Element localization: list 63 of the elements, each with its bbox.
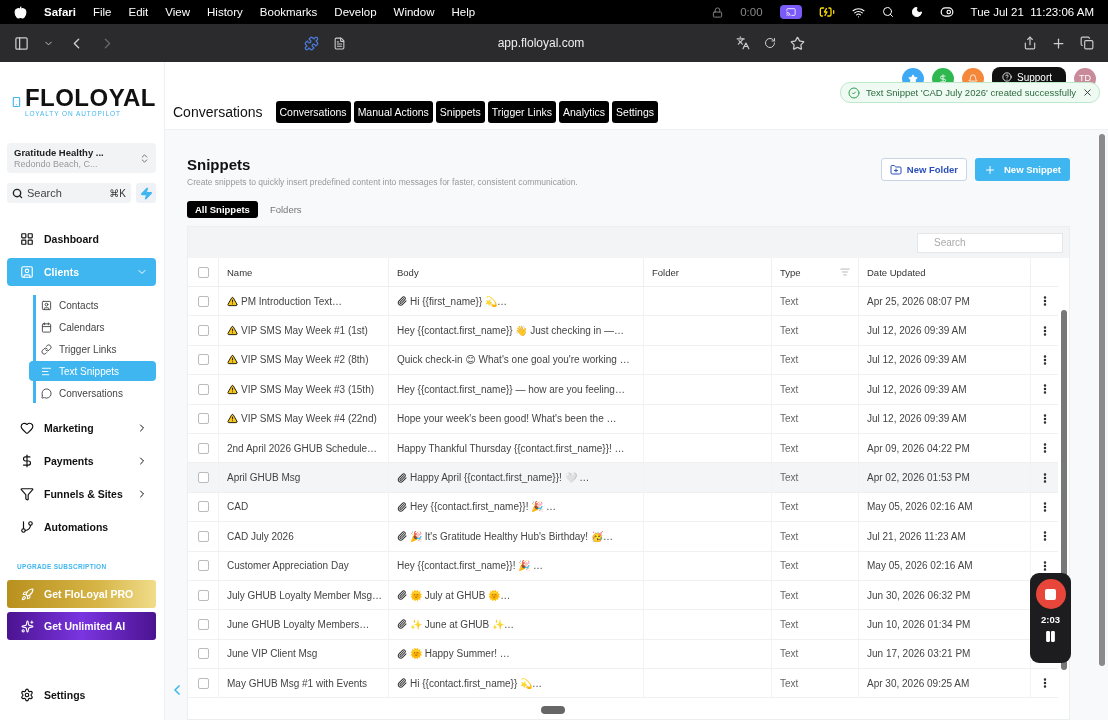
snippet-body: Hey {{contact.first_name}} 👋 Just checking in —… bbox=[397, 325, 625, 337]
snippet-body: Hi {{first_name}} 💫… bbox=[410, 295, 508, 307]
date-updated: Jun 30, 2026 06:32 PM bbox=[867, 589, 971, 601]
snippet-body: Quick check-in 😊 What's one goal you're working … bbox=[397, 354, 630, 366]
snippet-name: June GHUB Loyalty Members… bbox=[227, 619, 370, 630]
snippet-type: Text bbox=[780, 354, 799, 366]
timer: 0:00 bbox=[740, 6, 763, 18]
snippet-name: July GHUB Loyalty Member Msg… bbox=[227, 589, 383, 601]
date-updated: May 05, 2026 02:16 AM bbox=[867, 560, 973, 572]
toast-message: Text Snippet 'CAD July 2026' created successfully bbox=[865, 87, 1076, 98]
date-updated: Jul 21, 2026 11:23 AM bbox=[867, 530, 966, 542]
snippet-name: CAD July 2026 bbox=[227, 530, 294, 542]
snippet-name: May GHUB Msg #1 with Events bbox=[227, 677, 368, 689]
snippet-name: Customer Appreciation Day bbox=[227, 560, 349, 572]
snippet-type: Text bbox=[780, 383, 799, 395]
snippet-body: Hi {{contact.first_name}} 💫… bbox=[410, 677, 543, 689]
recording-time: 2:03 bbox=[1041, 614, 1060, 625]
page-subtitle: Create snippets to quickly insert predefined content into messages for faster, consistent communication. bbox=[187, 177, 579, 187]
date-updated: Apr 02, 2026 01:53 PM bbox=[867, 472, 970, 484]
date-updated: Apr 25, 2026 08:07 PM bbox=[867, 295, 970, 307]
snippet-type: Text bbox=[780, 677, 799, 689]
date-updated: Jul 12, 2026 09:39 AM bbox=[867, 413, 967, 425]
date-updated: Jun 17, 2026 03:21 PM bbox=[867, 648, 971, 660]
snippet-type: Text bbox=[780, 442, 799, 454]
snippet-body: Happy Thankful Thursday {{contact.first_name}}! … bbox=[397, 442, 625, 454]
clock: Tue Jul 21 11:23:06 AM bbox=[970, 6, 1094, 18]
snippet-type: Text bbox=[780, 648, 799, 660]
snippet-body: Hope your week's been good! What's been the … bbox=[397, 413, 617, 425]
snippet-body: Hey {{contact.first_name}} — how are you feeling… bbox=[397, 383, 625, 395]
date-updated: Apr 09, 2026 04:22 PM bbox=[867, 442, 970, 454]
date-updated: Jul 12, 2026 09:39 AM bbox=[867, 354, 967, 366]
snippet-name: VIP SMS May Week #2 (8th) bbox=[241, 354, 369, 366]
logo: FLOLOYAL bbox=[24, 86, 156, 110]
date-updated: Jul 12, 2026 09:39 AM bbox=[867, 383, 967, 395]
date-updated: Apr 30, 2026 09:25 AM bbox=[867, 677, 970, 689]
snippet-name: VIP SMS May Week #4 (22nd) bbox=[241, 413, 377, 425]
snippet-name: 2nd April 2026 GHUB Schedule… bbox=[227, 442, 378, 454]
snippet-name: June VIP Client Msg bbox=[227, 648, 318, 660]
snippet-body: Hey {{contact.first_name}}! 🎉 … bbox=[397, 560, 543, 572]
snippet-body: 🎉 It's Gratitude Healthy Hub's Birthday! 🥳… bbox=[410, 530, 613, 542]
snippet-type: Text bbox=[780, 560, 799, 572]
snippet-type: Text bbox=[780, 472, 799, 484]
date-updated: Jun 10, 2026 01:34 PM bbox=[867, 619, 971, 630]
snippet-name: VIP SMS May Week #1 (1st) bbox=[241, 325, 368, 337]
snippet-type: Text bbox=[780, 619, 799, 630]
snippet-type: Text bbox=[780, 413, 799, 425]
section-title: Conversations bbox=[173, 104, 263, 120]
snippet-body: 🌞 July at GHUB 🌞… bbox=[410, 589, 511, 601]
snippet-body: 🌞 Happy Summer! … bbox=[410, 648, 510, 660]
snippet-type: Text bbox=[780, 325, 799, 337]
date-updated: May 05, 2026 02:16 AM bbox=[867, 501, 973, 513]
snippet-name: VIP SMS May Week #3 (15th) bbox=[241, 383, 375, 395]
snippet-name: PM Introduction Text… bbox=[241, 295, 342, 307]
snippet-body: ✨ June at GHUB ✨… bbox=[410, 619, 515, 630]
snippet-type: Text bbox=[780, 589, 799, 601]
snippet-type: Text bbox=[780, 295, 799, 307]
snippet-name: April GHUB Msg bbox=[227, 472, 301, 484]
snippet-type: Text bbox=[780, 530, 799, 542]
snippet-name: CAD bbox=[227, 501, 249, 513]
date-updated: Jul 12, 2026 09:39 AM bbox=[867, 325, 967, 337]
snippet-type: Text bbox=[780, 501, 799, 513]
page-title: Snippets bbox=[187, 156, 252, 173]
snippet-body: Hey {{contact.first_name}}! 🎉 … bbox=[410, 501, 556, 513]
